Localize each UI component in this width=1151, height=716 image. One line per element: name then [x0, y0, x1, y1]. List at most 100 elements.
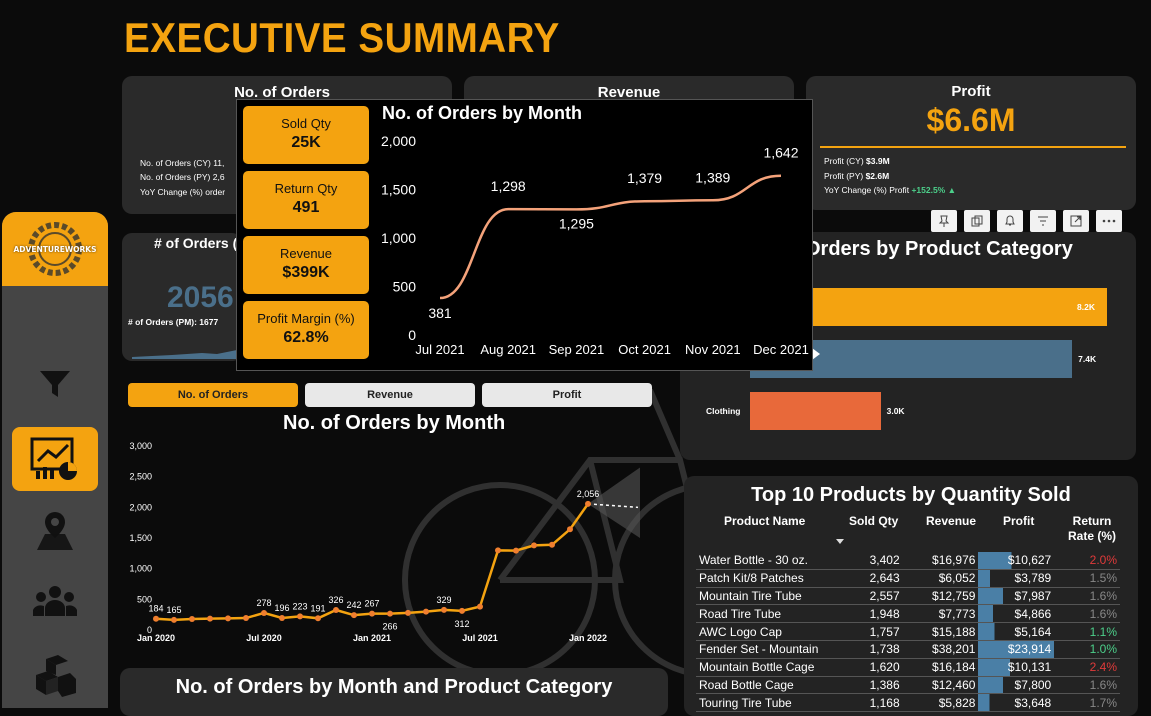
cell-profit: $10,131 [978, 658, 1055, 677]
data-label: 329 [436, 595, 451, 605]
table-row[interactable]: Water Bottle - 30 oz. 3,402 $16,976 $10,627… [696, 552, 1120, 570]
boxes-icon[interactable] [12, 644, 98, 708]
cell-name: Road Tire Tube [696, 604, 852, 624]
data-point[interactable] [441, 606, 447, 613]
cell-name: Road Bottle Cage [696, 676, 852, 695]
data-point[interactable] [189, 615, 195, 622]
people-icon[interactable] [12, 570, 98, 634]
cell-qty: 2,557 [851, 587, 903, 606]
data-point[interactable] [387, 610, 393, 617]
sort-arrow-icon[interactable] [836, 539, 844, 544]
cell-name: Patch Kit/8 Patches [696, 569, 852, 588]
data-point[interactable] [315, 615, 321, 622]
bottom-chart-title: No. of Orders by Month and Product Categ… [175, 676, 613, 698]
x-tick-label: Dec 2021 [753, 342, 809, 357]
data-label: 1,298 [491, 178, 526, 194]
profit-card[interactable]: Profit $6.6M Profit (CY) $3.9M Profit (P… [806, 76, 1136, 210]
data-label: 196 [274, 603, 289, 613]
x-tick-label: Aug 2021 [480, 342, 536, 357]
y-tick-label: 1,000 [381, 230, 416, 246]
tooltip-line-chart: 0 500 1,000 1,500 2,000 381 Jul 2021 1,298 Aug 2… [381, 133, 809, 357]
header-profit[interactable]: Profit [1003, 514, 1034, 528]
category-bar-value: 8.2K [1077, 302, 1095, 312]
play-arrow-icon[interactable] [812, 348, 820, 360]
data-point[interactable] [333, 607, 339, 614]
data-point[interactable] [585, 500, 591, 507]
data-point[interactable] [513, 547, 519, 554]
copy-icon[interactable] [964, 210, 990, 232]
tab-profit[interactable]: Profit [482, 383, 652, 407]
data-point[interactable] [405, 609, 411, 616]
data-label: 223 [292, 601, 307, 611]
forecast-cone [588, 467, 640, 538]
profit-cy-value: $3.9M [866, 156, 890, 166]
pin-icon[interactable] [931, 210, 957, 232]
table-row[interactable]: Fender Set - Mountain 1,738 $38,201 $23,914… [696, 640, 1120, 659]
cell-profit: $3,789 [978, 569, 1055, 588]
category-bar[interactable] [750, 392, 881, 430]
data-point[interactable] [423, 608, 429, 615]
profit-py-row: Profit (PY) $2.6M [824, 171, 889, 181]
top-products-card[interactable]: Top 10 Products by Quantity Sold Product… [684, 476, 1138, 716]
table-row[interactable]: Mountain Bottle Cage 1,620 $16,184 $10,131 2… [696, 658, 1120, 677]
table-row[interactable]: Mountain Tire Tube 2,557 $12,759 $7,987 1.6% [696, 587, 1120, 606]
x-tick-label: Jul 2021 [462, 633, 498, 643]
profit-yoy-label: YoY Change (%) Profit [824, 185, 910, 195]
cell-profit: $3,648 [978, 693, 1055, 713]
cell-rate: 2.0% [1054, 552, 1120, 570]
data-point[interactable] [531, 542, 537, 549]
tab-revenue[interactable]: Revenue [305, 383, 475, 407]
data-point[interactable] [261, 609, 267, 616]
table-header: Product Name Sold Qty Revenue Profit Ret… [684, 514, 1138, 548]
cell-revenue: $16,184 [902, 658, 979, 677]
kpi-value: 62.8% [283, 329, 329, 346]
table-row[interactable]: Road Tire Tube 1,948 $7,773 $4,866 1.6% [696, 604, 1120, 624]
x-tick-label: Sep 2021 [549, 342, 605, 357]
data-label: 165 [166, 605, 181, 615]
data-point[interactable] [297, 613, 303, 620]
data-label: 326 [328, 595, 343, 605]
month-orders-card[interactable]: # of Orders ( 2056 # of Orders (PM): 167… [122, 233, 242, 361]
data-point[interactable] [279, 614, 285, 621]
table-row[interactable]: Patch Kit/8 Patches 2,643 $6,052 $3,789 1.5% [696, 569, 1120, 588]
header-revenue[interactable]: Revenue [926, 514, 976, 528]
table-row[interactable]: Touring Tire Tube 1,168 $5,828 $3,648 1.7% [696, 693, 1120, 713]
filter-small-icon[interactable] [1030, 210, 1056, 232]
header-product-name[interactable]: Product Name [724, 514, 805, 528]
filter-icon[interactable] [12, 352, 98, 416]
focus-mode-icon[interactable] [1063, 210, 1089, 232]
bell-icon[interactable] [997, 210, 1023, 232]
cell-qty: 1,757 [851, 622, 903, 641]
data-point[interactable] [369, 610, 375, 617]
table-row[interactable]: Road Bottle Cage 1,386 $12,460 $7,800 1.6% [696, 676, 1120, 695]
data-point[interactable] [459, 607, 465, 614]
table-row[interactable]: AWC Logo Cap 1,757 $15,188 $5,164 1.1% [696, 622, 1120, 641]
data-point[interactable] [171, 616, 177, 623]
bottom-chart-card[interactable]: No. of Orders by Month and Product Categ… [120, 668, 668, 716]
data-point[interactable] [495, 547, 501, 554]
cell-rate: 2.4% [1054, 658, 1120, 677]
data-point[interactable] [207, 615, 213, 622]
data-point[interactable] [225, 615, 231, 622]
dashboard-icon[interactable] [12, 427, 98, 491]
tab-no-of-orders[interactable]: No. of Orders [128, 383, 298, 407]
map-pin-icon[interactable] [12, 498, 98, 562]
cell-rate: 1.0% [1054, 640, 1120, 659]
header-sold-qty[interactable]: Sold Qty [849, 514, 898, 528]
cell-profit: $23,914 [978, 640, 1055, 659]
data-point[interactable] [549, 541, 555, 548]
x-tick-label: Jan 2022 [569, 633, 607, 643]
data-point[interactable] [351, 612, 357, 619]
header-return-rate[interactable]: Return Rate (%) [1062, 514, 1122, 544]
more-options-icon[interactable] [1096, 210, 1122, 232]
kpi-value: $399K [282, 264, 330, 281]
y-tick-label: 0 [408, 327, 416, 343]
cell-profit: $5,164 [978, 622, 1055, 641]
data-point[interactable] [567, 526, 573, 533]
y-tick-label: 3,000 [129, 441, 152, 451]
data-point[interactable] [477, 603, 483, 610]
adventureworks-logo[interactable]: ADVENTUREWORKS [2, 212, 108, 286]
data-point[interactable] [153, 615, 159, 622]
data-point[interactable] [243, 615, 249, 622]
top-products-table: Water Bottle - 30 oz. 3,402 $16,976 $10,627… [696, 552, 1120, 713]
